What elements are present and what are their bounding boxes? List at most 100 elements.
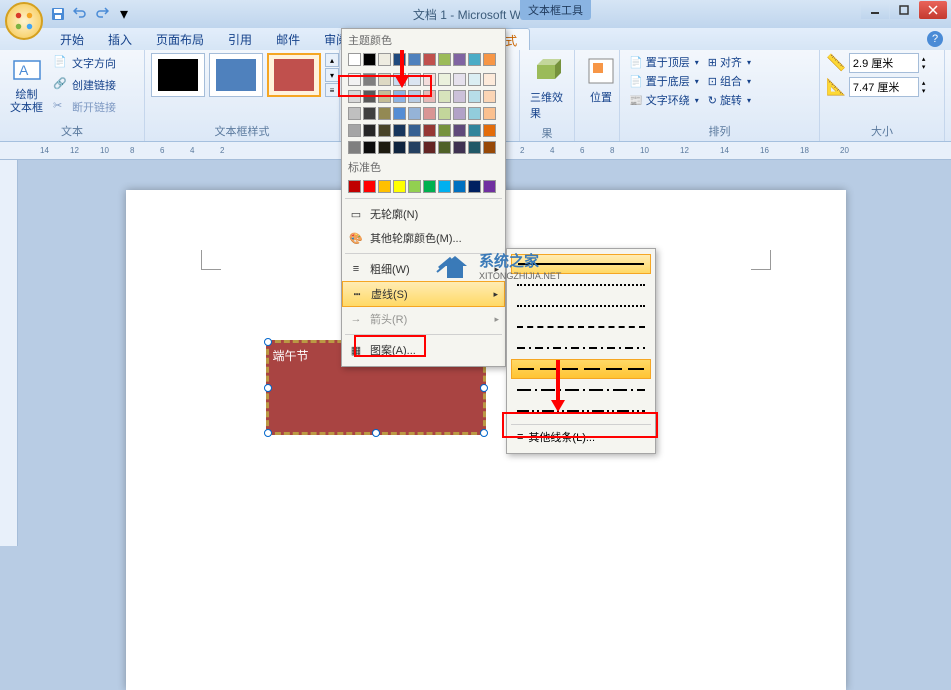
gallery-more-icon[interactable]: ≡ [325, 83, 339, 97]
tab-home[interactable]: 开始 [48, 28, 96, 50]
align-button[interactable]: ⊞对齐▾ [705, 53, 754, 71]
color-swatch[interactable] [438, 180, 451, 193]
width-input[interactable] [849, 77, 919, 97]
color-swatch[interactable] [468, 73, 481, 86]
redo-icon[interactable] [92, 4, 112, 24]
color-swatch[interactable] [363, 90, 376, 103]
color-swatch[interactable] [438, 141, 451, 154]
color-swatch[interactable] [438, 90, 451, 103]
color-swatch[interactable] [483, 73, 496, 86]
color-swatch[interactable] [408, 180, 421, 193]
color-swatch[interactable] [378, 107, 391, 120]
color-swatch[interactable] [393, 180, 406, 193]
save-icon[interactable] [48, 4, 68, 24]
arrows-item[interactable]: →箭头(R)▸ [342, 307, 505, 331]
color-swatch[interactable] [438, 124, 451, 137]
color-swatch[interactable] [453, 53, 466, 66]
color-swatch[interactable] [408, 90, 421, 103]
dash-round-dot[interactable] [511, 275, 651, 295]
group-button[interactable]: ⊡组合▾ [705, 72, 754, 90]
color-swatch[interactable] [483, 90, 496, 103]
resize-handle[interactable] [480, 384, 488, 392]
gallery-up-icon[interactable]: ▴ [325, 53, 339, 67]
color-swatch[interactable] [468, 180, 481, 193]
color-swatch[interactable] [468, 53, 481, 66]
vertical-ruler[interactable] [0, 160, 18, 546]
tab-layout[interactable]: 页面布局 [144, 28, 216, 50]
color-swatch[interactable] [363, 73, 376, 86]
color-swatch[interactable] [363, 53, 376, 66]
rotate-button[interactable]: ↻旋转▾ [705, 91, 754, 109]
width-up[interactable]: ▴ [922, 79, 926, 87]
color-swatch[interactable] [363, 124, 376, 137]
color-swatch[interactable] [348, 107, 361, 120]
minimize-button[interactable] [861, 1, 889, 19]
color-swatch[interactable] [453, 107, 466, 120]
color-swatch[interactable] [363, 141, 376, 154]
color-swatch[interactable] [468, 107, 481, 120]
dash-solid[interactable] [511, 254, 651, 274]
color-swatch[interactable] [438, 53, 451, 66]
color-swatch[interactable] [453, 124, 466, 137]
resize-handle[interactable] [372, 429, 380, 437]
color-swatch[interactable] [393, 107, 406, 120]
color-swatch[interactable] [348, 53, 361, 66]
dash-dash-dot[interactable] [511, 338, 651, 358]
tab-references[interactable]: 引用 [216, 28, 264, 50]
color-swatch[interactable] [453, 141, 466, 154]
color-swatch[interactable] [378, 73, 391, 86]
color-swatch[interactable] [363, 180, 376, 193]
style-item-3[interactable] [267, 53, 321, 97]
color-swatch[interactable] [453, 90, 466, 103]
send-back-button[interactable]: 📄置于底层▾ [626, 72, 702, 90]
color-swatch[interactable] [423, 124, 436, 137]
color-swatch[interactable] [483, 124, 496, 137]
color-swatch[interactable] [348, 141, 361, 154]
color-swatch[interactable] [423, 141, 436, 154]
color-swatch[interactable] [393, 141, 406, 154]
height-up[interactable]: ▴ [922, 55, 926, 63]
color-swatch[interactable] [393, 124, 406, 137]
bring-front-button[interactable]: 📄置于顶层▾ [626, 53, 702, 71]
break-link-button[interactable]: ✂断开链接 [50, 97, 119, 117]
color-swatch[interactable] [483, 180, 496, 193]
color-swatch[interactable] [408, 141, 421, 154]
tab-mail[interactable]: 邮件 [264, 28, 312, 50]
color-swatch[interactable] [378, 180, 391, 193]
text-direction-button[interactable]: 📄文字方向 [50, 53, 119, 73]
color-swatch[interactable] [423, 53, 436, 66]
color-swatch[interactable] [468, 90, 481, 103]
color-swatch[interactable] [483, 107, 496, 120]
dash-long-dash-dot[interactable] [511, 380, 651, 400]
color-swatch[interactable] [453, 180, 466, 193]
no-outline-item[interactable]: ▭无轮廓(N) [342, 202, 505, 226]
color-swatch[interactable] [408, 124, 421, 137]
color-swatch[interactable] [378, 53, 391, 66]
draw-textbox-button[interactable]: A 绘制 文本框 [6, 53, 47, 117]
color-swatch[interactable] [408, 107, 421, 120]
color-swatch[interactable] [438, 107, 451, 120]
color-swatch[interactable] [423, 90, 436, 103]
close-button[interactable] [919, 1, 947, 19]
gallery-down-icon[interactable]: ▾ [325, 68, 339, 82]
color-swatch[interactable] [393, 90, 406, 103]
maximize-button[interactable] [890, 1, 918, 19]
color-swatch[interactable] [378, 124, 391, 137]
color-swatch[interactable] [348, 73, 361, 86]
resize-handle[interactable] [480, 429, 488, 437]
color-swatch[interactable] [378, 141, 391, 154]
color-swatch[interactable] [423, 180, 436, 193]
color-swatch[interactable] [438, 73, 451, 86]
color-swatch[interactable] [378, 90, 391, 103]
text-wrap-button[interactable]: 📰文字环绕▾ [626, 91, 702, 109]
create-link-button[interactable]: 🔗创建链接 [50, 75, 119, 95]
resize-handle[interactable] [264, 429, 272, 437]
more-outline-colors-item[interactable]: 🎨其他轮廓颜色(M)... [342, 226, 505, 250]
help-icon[interactable]: ? [927, 31, 943, 47]
dashes-item[interactable]: ┅虚线(S)▸ [342, 281, 505, 307]
3d-effect-button[interactable]: 三维效果 [526, 53, 568, 123]
position-button[interactable]: 位置 [581, 53, 621, 107]
height-input[interactable] [849, 53, 919, 73]
color-swatch[interactable] [423, 73, 436, 86]
style-item-1[interactable] [151, 53, 205, 97]
